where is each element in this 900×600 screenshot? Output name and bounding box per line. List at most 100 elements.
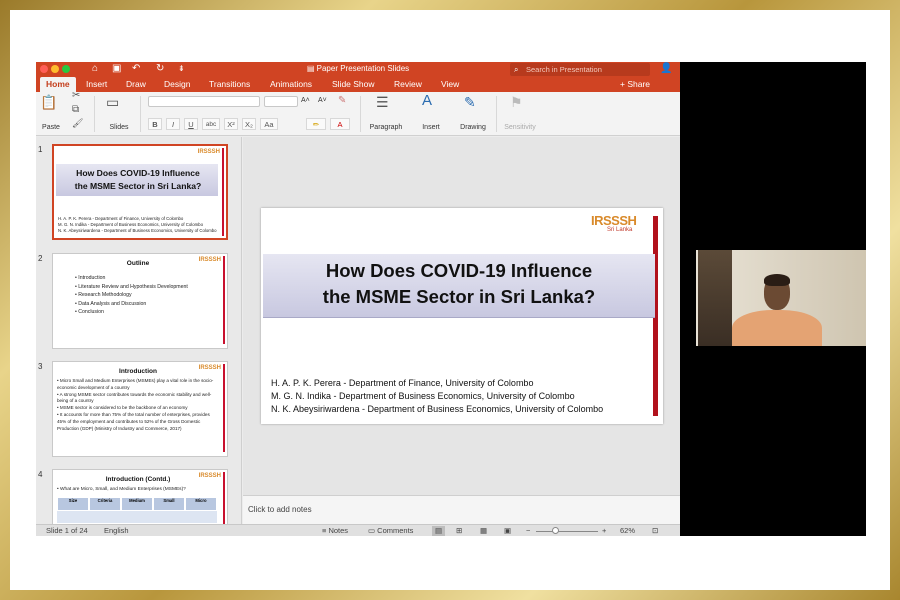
notes-pane[interactable]: Click to add notes (243, 495, 680, 524)
thumbnail-title: Introduction (Contd.) (105, 476, 171, 483)
title-bar: ⌂ ▣ ↶ ↻ ⇟ ▤ Paper Presentation Slides ⌕ … (36, 62, 680, 77)
author-line-3: N. K. Abeysiriwardena - Department of Bu… (271, 404, 604, 414)
thumbnail-red-bar (222, 148, 224, 236)
thumbnail-bullets: Micro Small and Medium Enterprises (MSME… (57, 378, 219, 432)
webcam-video (696, 250, 866, 346)
decrease-font-icon[interactable]: A˅ (318, 97, 327, 104)
slide-thumbnails-pane[interactable]: 1 IRSSSH How Does COVID-19 Influence the… (36, 137, 242, 524)
ribbon: 📋 Paste ✂ ⧉ 🖌 ▭ Slides A˄ A˅ ✎ B I U abc… (36, 90, 680, 136)
highlight-icon[interactable]: ✏ (306, 118, 326, 130)
tab-draw[interactable]: Draw (126, 77, 146, 92)
underline-button[interactable]: U (184, 118, 198, 130)
slide-title-line-1: How Does COVID-19 Influence (325, 260, 593, 281)
italic-button[interactable]: I (166, 118, 180, 130)
thumbnail-red-bar (223, 364, 225, 452)
comments-icon: ▭ (368, 526, 378, 535)
presenter-hair (764, 274, 790, 286)
notes-placeholder: Click to add notes (248, 505, 312, 514)
drawing-icon[interactable]: ✎ (464, 94, 476, 111)
thumbnail-red-bar (223, 256, 225, 344)
tab-slide-show[interactable]: Slide Show (332, 77, 375, 92)
notes-toggle[interactable]: ≡ Notes (322, 526, 348, 536)
search-icon: ⌕ (514, 65, 519, 74)
thumbnail-number: 1 (38, 145, 43, 154)
ribbon-divider (496, 96, 497, 132)
thumbnail-title: Outline (126, 260, 150, 267)
tab-transitions[interactable]: Transitions (209, 77, 250, 92)
thumbnail-number: 3 (38, 362, 43, 371)
insert-icon[interactable]: A (422, 92, 432, 109)
slide-title-line-2: the MSME Sector in Sri Lanka? (322, 286, 596, 307)
share-button[interactable]: + Share (620, 77, 650, 92)
zoom-slider[interactable] (536, 531, 598, 532)
reading-view-icon[interactable]: ▦ (480, 526, 487, 536)
slides-label: Slides (109, 124, 129, 131)
thumbnail-number: 2 (38, 254, 43, 263)
cut-icon[interactable]: ✂ (72, 90, 80, 101)
powerpoint-window: ⌂ ▣ ↶ ↻ ⇟ ▤ Paper Presentation Slides ⌕ … (36, 62, 680, 536)
thumbnail-bullets: Introduction Literature Review and Hypot… (75, 274, 188, 317)
paste-label: Paste (42, 124, 60, 131)
slide-title-box[interactable]: How Does COVID-19 Influence the MSME Sec… (263, 254, 655, 318)
slideshow-icon[interactable]: ▣ (504, 526, 511, 536)
comments-toggle[interactable]: ▭ Comments (368, 526, 413, 536)
tab-animations[interactable]: Animations (270, 77, 312, 92)
thumbnail-title: Introduction (119, 368, 157, 375)
increase-font-icon[interactable]: A˄ (301, 97, 310, 104)
thumbnail-title-line: How Does COVID-19 Influence (76, 168, 200, 178)
sensitivity-icon: ⚑ (510, 94, 523, 110)
slide-editing-area[interactable]: IRSSSH Sri Lanka How Does COVID-19 Influ… (243, 137, 680, 495)
user-icon[interactable]: 👤 (660, 63, 672, 74)
thumbnail-slide-1[interactable]: IRSSSH How Does COVID-19 Influence the M… (52, 144, 228, 240)
bold-button[interactable]: B (148, 118, 162, 130)
normal-view-icon[interactable]: ▤ (432, 526, 446, 536)
new-slide-icon[interactable]: ▭ (106, 94, 119, 111)
strikethrough-button[interactable]: abc (202, 118, 220, 130)
irsssh-logo: IRSSSH (591, 213, 637, 228)
zoom-out-icon[interactable]: − (526, 526, 530, 536)
tab-insert[interactable]: Insert (86, 77, 107, 92)
zoom-in-icon[interactable]: + (602, 526, 606, 536)
change-case-button[interactable]: Aa (260, 118, 278, 130)
thumbnail-number: 4 (38, 470, 43, 479)
tab-view[interactable]: View (441, 77, 459, 92)
language-indicator[interactable]: English (104, 526, 129, 536)
format-painter-icon[interactable]: 🖌 (72, 118, 83, 129)
tab-review[interactable]: Review (394, 77, 422, 92)
fit-to-window-icon[interactable]: ⊡ (652, 526, 658, 536)
tab-design[interactable]: Design (164, 77, 190, 92)
subscript-button[interactable]: X₂ (242, 118, 256, 130)
font-name-field[interactable] (148, 96, 260, 107)
font-color-icon[interactable]: A (330, 118, 350, 130)
insert-label: Insert (422, 124, 440, 131)
slide-sorter-icon[interactable]: ⊞ (456, 526, 462, 536)
clear-format-icon[interactable]: ✎ (338, 95, 346, 106)
thumbnail-authors: H. A. P. K. Perera - Department of Finan… (58, 216, 217, 233)
font-size-field[interactable] (264, 96, 298, 107)
superscript-button[interactable]: X² (224, 118, 238, 130)
tab-home[interactable]: Home (40, 77, 76, 92)
copy-icon[interactable]: ⧉ (72, 104, 79, 115)
paragraph-label: Paragraph (369, 124, 403, 131)
slide-counter: Slide 1 of 24 (46, 526, 88, 535)
zoom-slider-handle[interactable] (552, 527, 559, 534)
thumbnail-slide-2[interactable]: IRSSSH Outline Introduction Literature R… (52, 253, 228, 349)
ribbon-divider (94, 96, 95, 132)
presenter-body (732, 310, 822, 346)
search-input[interactable]: ⌕ Search in Presentation (510, 63, 650, 76)
ribbon-tabs: Home Insert Draw Design Transitions Anim… (36, 77, 680, 92)
current-slide[interactable]: IRSSSH Sri Lanka How Does COVID-19 Influ… (261, 208, 663, 424)
zoom-level[interactable]: 62% (620, 526, 635, 536)
irsssh-logo-subtitle: Sri Lanka (607, 227, 633, 233)
thumbnail-table-header: Size Criteria Medium Small Micro (57, 497, 217, 511)
thumbnail-bullets: What are Micro, Small, and Medium Enterp… (57, 486, 186, 495)
paragraph-icon[interactable]: ☰ (376, 94, 389, 111)
paste-icon[interactable]: 📋 (40, 94, 57, 111)
thumbnail-slide-4[interactable]: IRSSSH Introduction (Contd.) What are Mi… (52, 469, 228, 524)
webcam-background-shelf (698, 250, 732, 346)
thumbnail-red-bar (223, 472, 225, 524)
thumbnail-slide-3[interactable]: IRSSSH Introduction Micro Small and Medi… (52, 361, 228, 457)
status-bar: Slide 1 of 24 English ≡ Notes ▭ Comments… (36, 524, 680, 536)
thumbnail-title-line: the MSME Sector in Sri Lanka? (74, 181, 202, 191)
ribbon-divider (360, 96, 361, 132)
